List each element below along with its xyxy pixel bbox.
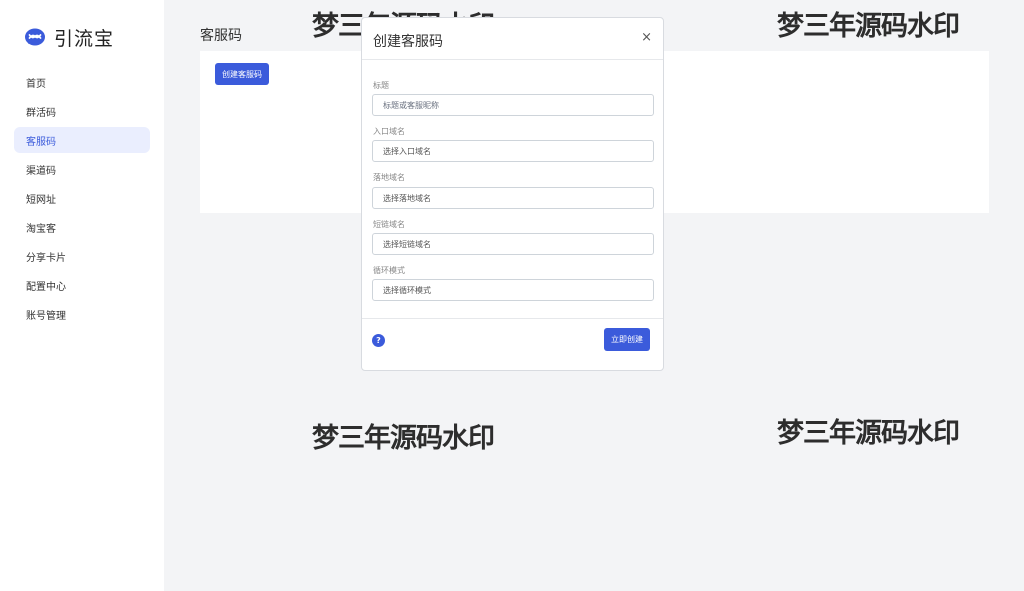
sidebar-item-label: 账号管理 bbox=[26, 310, 66, 322]
page-title: 客服码 bbox=[200, 28, 242, 44]
brand-name: 引流宝 bbox=[54, 27, 115, 50]
sidebar-item-label: 淘宝客 bbox=[26, 223, 56, 235]
sidebar-nav: 首页 群活码 客服码 渠道码 短网址 淘宝客 分享卡片 配置中心 账号管理 bbox=[14, 69, 150, 330]
sidebar-item-label: 分享卡片 bbox=[26, 252, 66, 264]
sidebar-item-label: 配置中心 bbox=[26, 281, 66, 293]
modal-title: 创建客服码 bbox=[373, 34, 443, 50]
sidebar-item-label: 首页 bbox=[26, 78, 46, 90]
sidebar-item-group-qr[interactable]: 群活码 bbox=[14, 98, 150, 124]
create-service-qr-button[interactable]: 创建客服码 bbox=[215, 63, 269, 85]
sidebar-item-share-card[interactable]: 分享卡片 bbox=[14, 243, 150, 269]
sidebar-item-label: 群活码 bbox=[26, 107, 56, 119]
chat-bubbles-icon bbox=[25, 28, 45, 46]
landing-domain-label: 落地域名 bbox=[373, 173, 405, 182]
brand-logo[interactable]: 引流宝 bbox=[24, 24, 114, 50]
create-service-qr-modal: 创建客服码 × 标题 标题或客服昵称 入口域名 选择入口域名 落地域名 选择落地… bbox=[361, 17, 664, 371]
sidebar-item-label: 短网址 bbox=[26, 194, 56, 206]
short-domain-label: 短链域名 bbox=[373, 220, 405, 229]
close-icon[interactable]: × bbox=[641, 30, 652, 45]
sidebar-item-account[interactable]: 账号管理 bbox=[14, 301, 150, 327]
create-now-button[interactable]: 立即创建 bbox=[604, 328, 650, 351]
sidebar-item-taobaoke[interactable]: 淘宝客 bbox=[14, 214, 150, 240]
sidebar-item-service-qr[interactable]: 客服码 bbox=[14, 127, 150, 153]
loop-mode-label: 循环模式 bbox=[373, 266, 405, 275]
help-icon[interactable]: ? bbox=[372, 334, 385, 347]
title-input[interactable]: 标题或客服昵称 bbox=[372, 94, 654, 116]
sidebar: 引流宝 首页 群活码 客服码 渠道码 短网址 淘宝客 分享卡片 配置中心 账号管… bbox=[0, 0, 164, 591]
entry-domain-select[interactable]: 选择入口域名 bbox=[372, 140, 654, 162]
short-domain-select[interactable]: 选择短链域名 bbox=[372, 233, 654, 255]
sidebar-item-label: 渠道码 bbox=[26, 165, 56, 177]
loop-mode-select[interactable]: 选择循环模式 bbox=[372, 279, 654, 301]
sidebar-item-config[interactable]: 配置中心 bbox=[14, 272, 150, 298]
modal-header: 创建客服码 × bbox=[362, 18, 663, 60]
sidebar-item-home[interactable]: 首页 bbox=[14, 69, 150, 95]
sidebar-item-label: 客服码 bbox=[26, 136, 56, 148]
sidebar-item-short-url[interactable]: 短网址 bbox=[14, 185, 150, 211]
modal-divider bbox=[362, 318, 663, 319]
landing-domain-select[interactable]: 选择落地域名 bbox=[372, 187, 654, 209]
sidebar-item-channel-qr[interactable]: 渠道码 bbox=[14, 156, 150, 182]
entry-domain-label: 入口域名 bbox=[373, 127, 405, 136]
title-label: 标题 bbox=[373, 81, 389, 90]
